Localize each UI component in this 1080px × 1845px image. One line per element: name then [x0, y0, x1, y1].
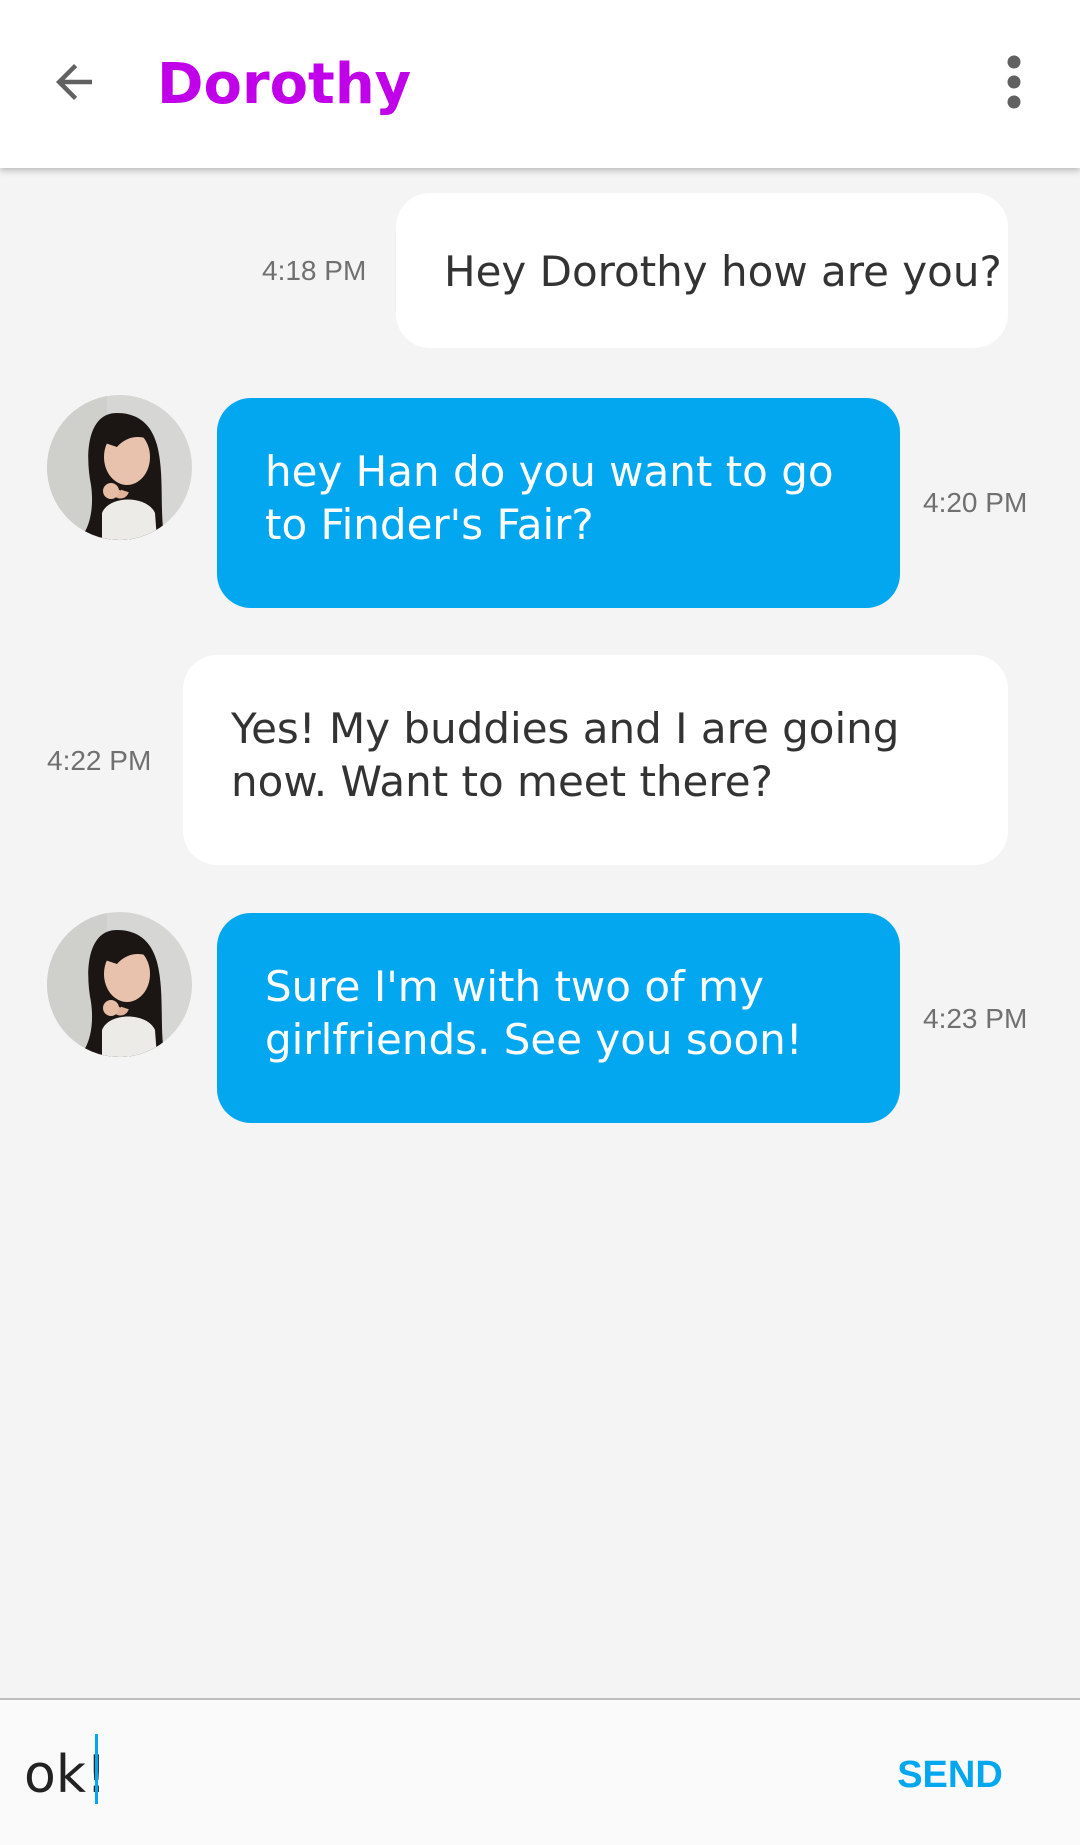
text-cursor	[95, 1734, 98, 1804]
message-time: 4:20 PM	[923, 487, 1028, 518]
message-input[interactable]	[24, 1740, 824, 1810]
back-button[interactable]	[34, 44, 114, 124]
message-text: hey Han do you want to go to Finder's Fa…	[265, 447, 834, 549]
more-vert-icon	[1004, 55, 1024, 114]
message-time: 4:18 PM	[262, 255, 367, 286]
message-bubble-incoming[interactable]: hey Han do you want to go to Finder's Fa…	[217, 398, 900, 608]
overflow-menu-button[interactable]	[974, 44, 1054, 124]
message-bubble-outgoing[interactable]: Hey Dorothy how are you?	[396, 193, 1008, 348]
app-bar: Dorothy	[0, 0, 1080, 168]
avatar[interactable]	[47, 912, 192, 1057]
message-bubble-outgoing[interactable]: Yes! My buddies and I are going now. Wan…	[183, 655, 1008, 865]
send-button[interactable]: SEND	[880, 1752, 1020, 1798]
message-time: 4:23 PM	[923, 1003, 1028, 1034]
message-text: Sure I'm with two of my girlfriends. See…	[265, 962, 803, 1064]
avatar[interactable]	[47, 395, 192, 540]
conversation-title: Dorothy	[157, 52, 412, 117]
message-composer: SEND	[0, 1698, 1080, 1845]
avatar-photo	[47, 395, 192, 540]
message-text: Yes! My buddies and I are going now. Wan…	[231, 704, 900, 806]
avatar-photo	[47, 912, 192, 1057]
message-text: Hey Dorothy how are you?	[444, 247, 1002, 296]
message-time: 4:22 PM	[47, 745, 152, 776]
message-bubble-incoming[interactable]: Sure I'm with two of my girlfriends. See…	[217, 913, 900, 1123]
arrow-back-icon	[47, 55, 101, 114]
